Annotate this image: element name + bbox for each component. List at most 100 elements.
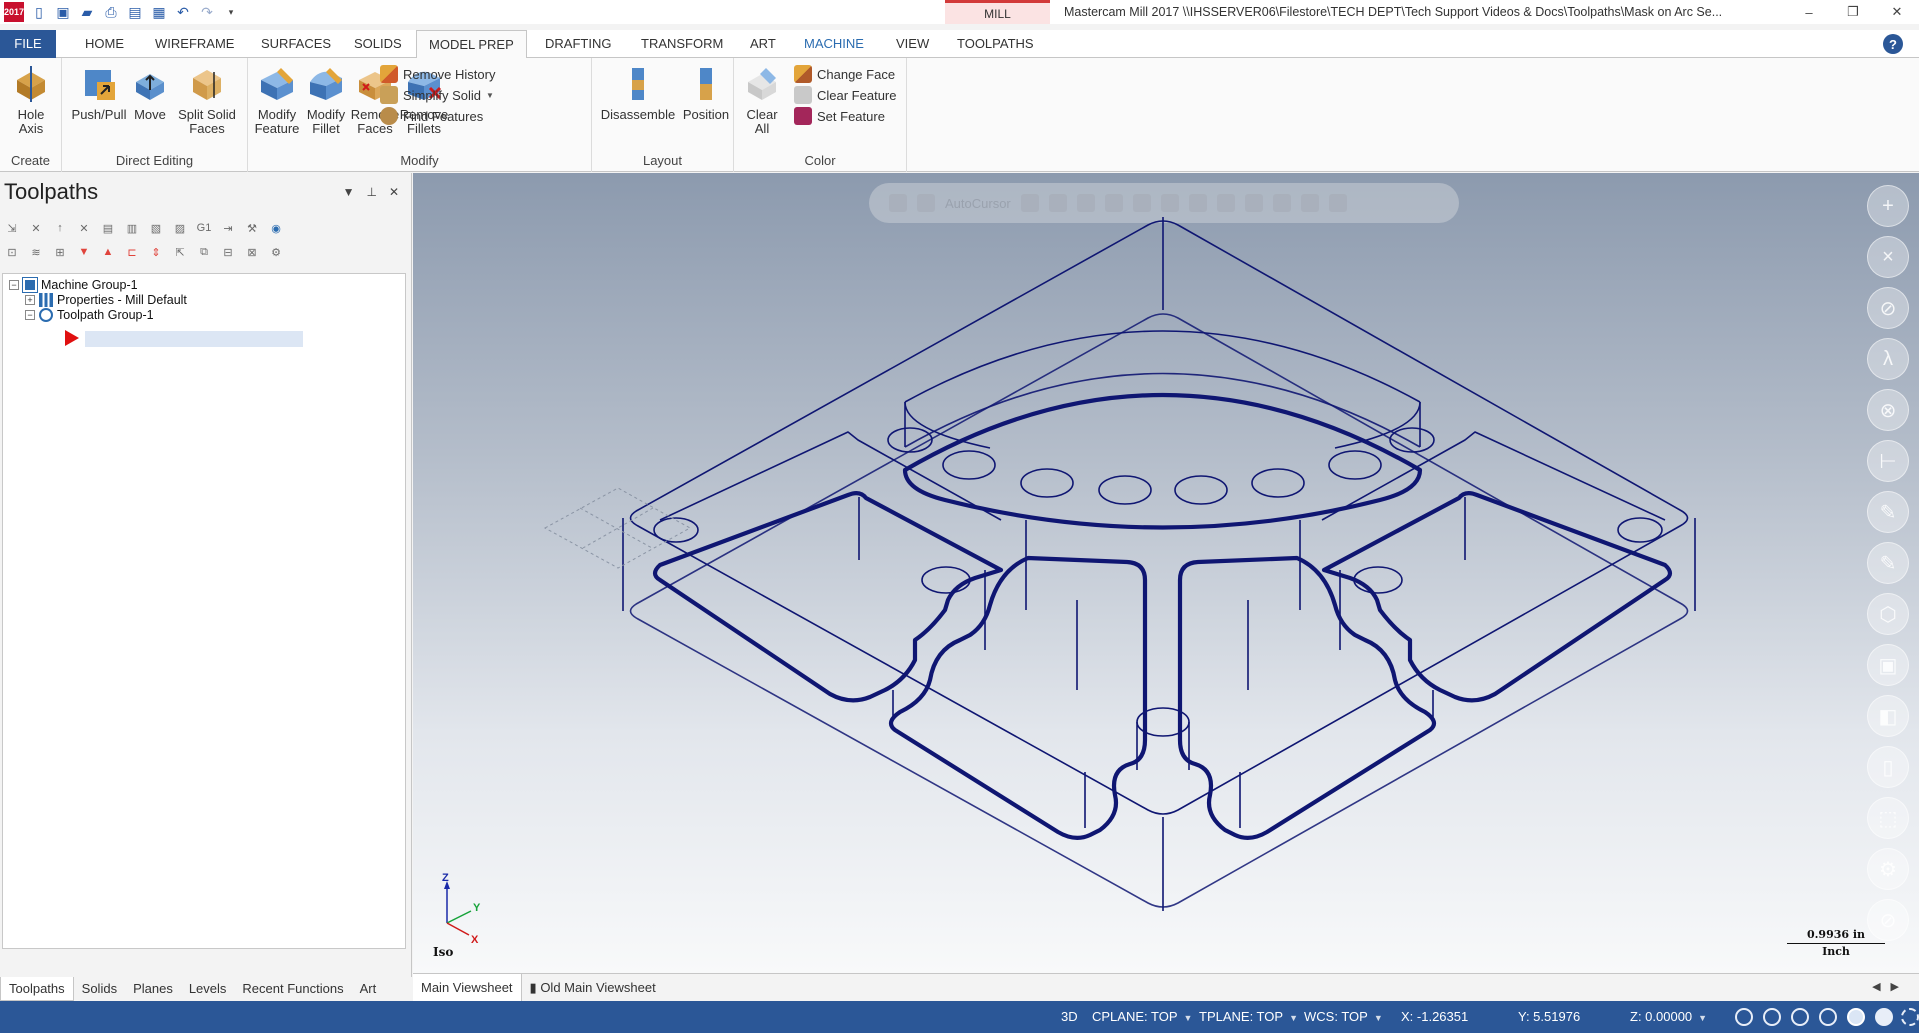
select-dirty-icon[interactable]: ↑: [52, 220, 68, 236]
help-icon[interactable]: ?: [1883, 34, 1903, 54]
split-solid-faces-button[interactable]: Split Solid Faces: [174, 64, 240, 136]
print-preview-icon[interactable]: ▤: [126, 3, 144, 21]
tab-solids[interactable]: SOLIDS: [342, 30, 414, 58]
translucency-icon[interactable]: [1875, 1008, 1893, 1026]
move-button[interactable]: Move: [130, 64, 170, 122]
collapse-icon[interactable]: −: [9, 280, 19, 290]
modify-feature-button[interactable]: Modify Feature: [252, 64, 302, 136]
page-icon[interactable]: ▯: [1867, 746, 1909, 788]
clear-feature-button[interactable]: Clear Feature: [794, 84, 896, 106]
viewsheet-nav-arrows[interactable]: ◀▶: [1872, 980, 1909, 993]
clear-all-button[interactable]: Clear All: [742, 64, 782, 136]
panel-menu-icon[interactable]: ▼: [343, 185, 355, 199]
push-pull-button[interactable]: Push/Pull: [70, 64, 128, 122]
tab-art[interactable]: ART: [738, 30, 788, 58]
panel-tab-levels[interactable]: Levels: [181, 977, 235, 1001]
open-icon[interactable]: ▰: [78, 3, 96, 21]
highfeed-icon[interactable]: ⚒: [244, 220, 260, 236]
collapse-icon[interactable]: −: [25, 310, 35, 320]
settings-icon[interactable]: ⚙: [268, 244, 284, 260]
panel-tab-planes[interactable]: Planes: [125, 977, 181, 1001]
select-all-icon[interactable]: ⇲: [4, 220, 20, 236]
tab-drafting[interactable]: DRAFTING: [533, 30, 623, 58]
reference-icon[interactable]: ▦: [150, 3, 168, 21]
panel-tab-art[interactable]: Art: [352, 977, 385, 1001]
move-down-icon[interactable]: ▼: [76, 244, 92, 260]
pin-icon[interactable]: ⊥: [366, 185, 376, 199]
close-button[interactable]: ✕: [1875, 0, 1919, 24]
tab-toolpaths[interactable]: TOOLPATHS: [945, 30, 1046, 58]
modify-fillet-button[interactable]: Modify Fillet: [304, 64, 348, 136]
hole-axis-button[interactable]: Hole Axis: [6, 64, 56, 136]
wireframe-icon[interactable]: ⬚: [1867, 797, 1909, 839]
target-icon[interactable]: ⊗: [1867, 389, 1909, 431]
tab-machine[interactable]: MACHINE: [792, 30, 876, 58]
panel-close-icon[interactable]: ✕: [389, 185, 399, 199]
remove-dirty-icon[interactable]: ✕: [76, 220, 92, 236]
tree-item-toolpath-group[interactable]: − Toolpath Group-1: [25, 306, 154, 324]
toggle-posting-icon[interactable]: ⊞: [52, 244, 68, 260]
shaded-active-icon[interactable]: [1847, 1008, 1865, 1026]
simplify-solid-button[interactable]: Simplify Solid ▼: [380, 84, 494, 106]
disassemble-button[interactable]: Disassemble: [598, 64, 678, 122]
undo-icon[interactable]: ↶: [174, 3, 192, 21]
viewsheet-old-main[interactable]: ▮ Old Main Viewsheet: [522, 974, 664, 1001]
hidden-line-globe-icon[interactable]: [1763, 1008, 1781, 1026]
status-tplane[interactable]: TPLANE: TOP ▼: [1199, 1001, 1298, 1033]
tab-wireframe[interactable]: WIREFRAME: [143, 30, 246, 58]
panel-tab-solids[interactable]: Solids: [74, 977, 125, 1001]
position-button[interactable]: Position: [680, 64, 732, 122]
regenerate-dirty-icon[interactable]: ▥: [124, 220, 140, 236]
post-icon[interactable]: ⇥: [220, 220, 236, 236]
add-view-icon[interactable]: +: [1867, 185, 1909, 227]
expand-icon[interactable]: +: [25, 295, 35, 305]
customize-qat-icon[interactable]: ▾: [222, 3, 240, 21]
move-up-icon[interactable]: ▲: [100, 244, 116, 260]
tab-view[interactable]: VIEW: [884, 30, 941, 58]
tab-surfaces[interactable]: SURFACES: [249, 30, 343, 58]
regenerate-icon[interactable]: ▤: [100, 220, 116, 236]
status-cplane[interactable]: CPLANE: TOP ▼: [1092, 1001, 1192, 1033]
deselect-all-icon[interactable]: ✕: [28, 220, 44, 236]
paste-icon[interactable]: ⊟: [220, 244, 236, 260]
wireframe-globe-icon[interactable]: [1735, 1008, 1753, 1026]
print-icon[interactable]: ⎙: [102, 3, 120, 21]
save-icon[interactable]: ▣: [54, 3, 72, 21]
tab-model-prep[interactable]: MODEL PREP: [416, 30, 527, 59]
panel-help-icon[interactable]: ◉: [268, 220, 284, 236]
only-display-icon[interactable]: ⇱: [172, 244, 188, 260]
scroll-to-arrow-icon[interactable]: ⇕: [148, 244, 164, 260]
insert-arrow-icon[interactable]: ⊏: [124, 244, 140, 260]
status-wcs[interactable]: WCS: TOP ▼: [1304, 1001, 1383, 1033]
curve-icon[interactable]: λ: [1867, 338, 1909, 380]
edit-icon[interactable]: ✎: [1867, 491, 1909, 533]
hatch-icon[interactable]: [1901, 1008, 1919, 1026]
edit-alt-icon[interactable]: ✎: [1867, 542, 1909, 584]
tab-transform[interactable]: TRANSFORM: [629, 30, 735, 58]
backplot-icon[interactable]: ▧: [148, 220, 164, 236]
circle-icon[interactable]: ⊘: [1867, 287, 1909, 329]
viewsheet-main[interactable]: Main Viewsheet: [413, 974, 522, 1001]
minimize-button[interactable]: –: [1787, 0, 1831, 24]
gear-icon[interactable]: ⚙: [1867, 848, 1909, 890]
graphics-viewport[interactable]: AutoCursor + × ⊘ λ ⊗ ⊢ ✎ ✎ ⬡ ▣ ◧ ▯ ⬚ ⚙ ⊘…: [413, 173, 1919, 973]
panel-tab-recent-functions[interactable]: Recent Functions: [234, 977, 351, 1001]
redo-icon[interactable]: ↷: [198, 3, 216, 21]
insert-arrow-marker[interactable]: [65, 330, 79, 346]
mesh-icon[interactable]: ⬡: [1867, 593, 1909, 635]
tool-manager-icon[interactable]: ⊠: [244, 244, 260, 260]
tab-home[interactable]: HOME: [73, 30, 136, 58]
verify-icon[interactable]: ▨: [172, 220, 188, 236]
tab-file[interactable]: FILE: [0, 30, 56, 58]
panel-tab-toolpaths[interactable]: Toolpaths: [0, 977, 74, 1001]
toolpath-tree[interactable]: − Machine Group-1 + Properties - Mill De…: [2, 273, 406, 949]
dimension-icon[interactable]: ⊢: [1867, 440, 1909, 482]
new-file-icon[interactable]: ▯: [30, 3, 48, 21]
shaded-outline-globe-icon[interactable]: [1791, 1008, 1809, 1026]
remove-history-button[interactable]: Remove History: [380, 63, 495, 85]
shaded-globe-icon[interactable]: [1819, 1008, 1837, 1026]
find-features-button[interactable]: Find Features: [380, 105, 483, 127]
solid-icon[interactable]: ▣: [1867, 644, 1909, 686]
g1-icon[interactable]: G1: [196, 220, 212, 236]
lock-icon[interactable]: ⊡: [4, 244, 20, 260]
